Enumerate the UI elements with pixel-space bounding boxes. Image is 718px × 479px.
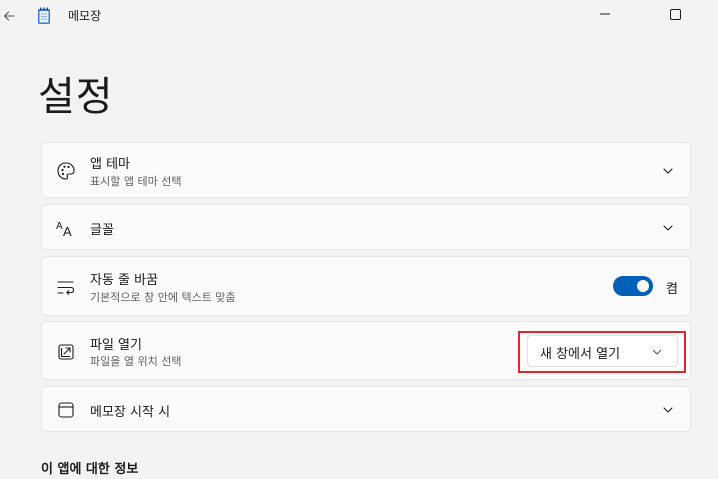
app-theme-setting[interactable]: 앱 테마 표시할 앱 테마 선택 (41, 142, 691, 198)
chevron-down-icon[interactable] (662, 404, 674, 416)
word-wrap-toggle[interactable] (613, 276, 653, 296)
open-file-description: 파일을 열 위치 선택 (90, 355, 182, 368)
maximize-button[interactable] (652, 0, 698, 28)
svg-text:A: A (56, 221, 63, 232)
app-theme-label: 앱 테마 (90, 157, 131, 172)
word-wrap-description: 기본적으로 창 안에 텍스트 맞춤 (90, 291, 236, 304)
svg-text:A: A (63, 224, 72, 238)
startup-label: 메모장 시작 시 (90, 405, 171, 420)
chevron-down-icon[interactable] (662, 222, 674, 234)
palette-icon (57, 162, 75, 180)
about-heading: 이 앱에 대한 정보 (41, 462, 139, 477)
font-setting[interactable]: A A 글꼴 (41, 204, 691, 250)
back-button[interactable] (0, 4, 18, 28)
window-icon (58, 402, 74, 418)
open-file-icon (58, 344, 74, 360)
font-icon: A A (56, 221, 72, 238)
word-wrap-setting: 자동 줄 바꿈 기본적으로 창 안에 텍스트 맞춤 켬 (41, 256, 691, 316)
open-file-dropdown[interactable]: 새 창에서 열기 (527, 335, 678, 367)
open-file-setting: 파일 열기 파일을 열 위치 선택 새 창에서 열기 (41, 321, 691, 380)
word-wrap-label: 자동 줄 바꿈 (90, 273, 159, 288)
back-arrow-icon (3, 11, 15, 21)
font-label: 글꼴 (90, 223, 114, 238)
open-file-label: 파일 열기 (90, 338, 142, 353)
title-bar: 메모장 (0, 0, 718, 32)
maximize-icon (669, 8, 681, 20)
startup-setting[interactable]: 메모장 시작 시 (41, 386, 691, 432)
word-wrap-icon (57, 281, 75, 295)
chevron-down-icon[interactable] (662, 165, 674, 177)
toggle-state-label: 켬 (666, 282, 678, 297)
toggle-knob (637, 280, 649, 292)
app-theme-description: 표시할 앱 테마 선택 (90, 175, 182, 188)
window-title: 메모장 (68, 9, 102, 23)
notepad-icon (38, 7, 50, 24)
chevron-down-icon (652, 349, 662, 355)
page-title: 설정 (38, 74, 114, 120)
open-file-selected-option: 새 창에서 열기 (540, 347, 621, 362)
minimize-icon (600, 13, 610, 15)
minimize-button[interactable] (582, 0, 628, 28)
